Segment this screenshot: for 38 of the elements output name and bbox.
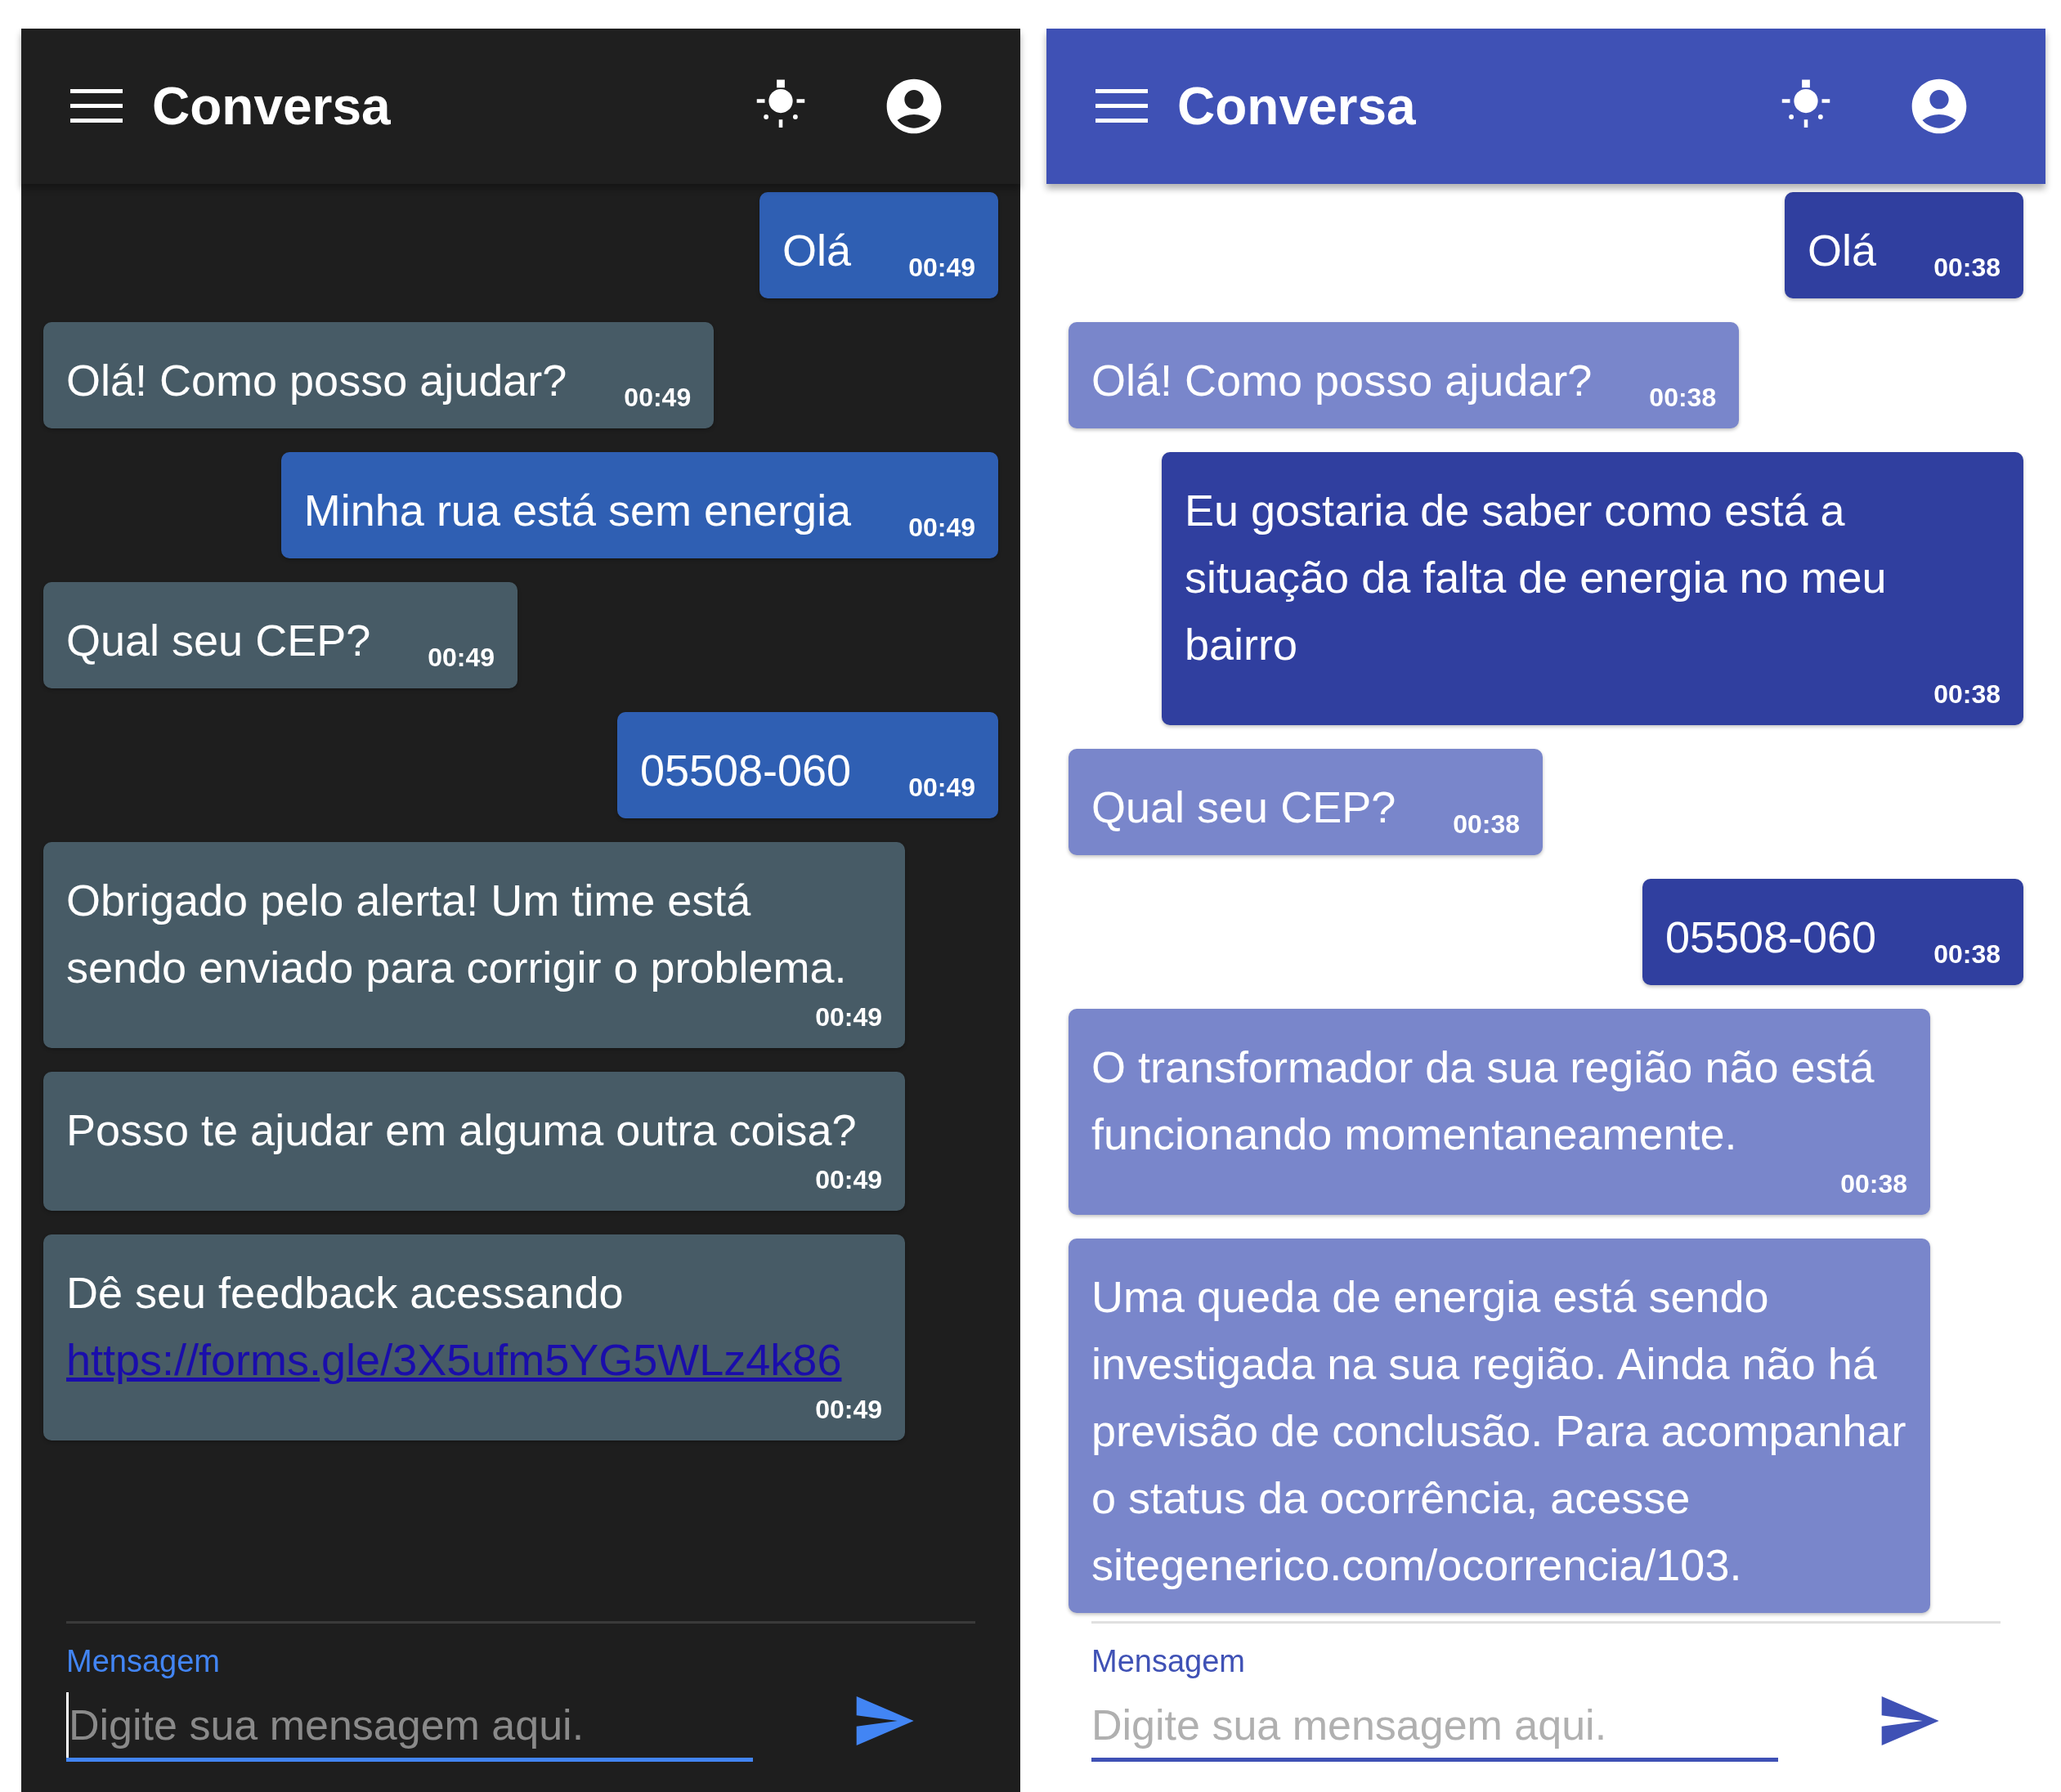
message-text: O transformador da sua região não está funcionando momentaneamente.: [1091, 1042, 1875, 1160]
message-text: Olá: [782, 225, 852, 276]
message-text: Olá! Como posso ajudar?: [1091, 355, 1593, 406]
app-title: Conversa: [152, 76, 391, 137]
message-text: 05508-060: [1664, 912, 1877, 963]
message-time: 00:49: [908, 512, 975, 544]
message-text: Eu gostaria de saber como está a situação da falta de energia no meu bairro: [1185, 485, 1888, 670]
menu-icon[interactable]: [1095, 87, 1148, 125]
message-time: 00:49: [908, 252, 975, 284]
message-time: 00:38: [1933, 939, 2001, 970]
message-time: 00:49: [908, 772, 975, 804]
message-time: 00:38: [1933, 679, 2001, 710]
message-text: Uma queda de energia está sendo investigada na sua região. Ainda não há previsão de conclusão. Para acompanhar o status da ocorrência, acesse sitegenerico.com/ocorrencia/103.: [1091, 1271, 1907, 1591]
message-text: 05508-060: [639, 745, 852, 796]
message-text: Qual seu CEP?: [66, 615, 371, 666]
message-time: 00:49: [815, 1164, 882, 1196]
feedback-link[interactable]: https://forms.gle/3X5ufm5YG5WLz4k86: [66, 1335, 842, 1384]
message-time: 00:49: [815, 1394, 882, 1426]
menu-icon[interactable]: [70, 87, 123, 125]
message-input[interactable]: Digite sua mensagem aqui.: [1091, 1692, 1778, 1758]
message-time: 00:38: [1933, 252, 2001, 284]
message-time: 00:38: [1840, 1168, 1907, 1200]
field-label: Mensagem: [66, 1643, 221, 1680]
message-time: 00:38: [1649, 382, 1717, 414]
field-label: Mensagem: [1091, 1643, 1246, 1680]
message-text: Posso te ajudar em alguma outra coisa?: [66, 1104, 857, 1156]
message-text: Olá: [1808, 225, 1877, 276]
message-time: 00:38: [1453, 809, 1521, 840]
message-time: 00:49: [815, 1001, 882, 1033]
message-time: 00:49: [624, 382, 692, 414]
message-text: Qual seu CEP?: [1091, 782, 1396, 833]
message-time: 00:49: [428, 642, 495, 674]
message-input[interactable]: Digite sua mensagem aqui.: [66, 1692, 753, 1758]
message-text: Dê seu feedback acessando https://forms.gle/3X5ufm5YG5WLz4k86: [66, 1267, 842, 1386]
app-title: Conversa: [1177, 76, 1416, 137]
message-text: Olá! Como posso ajudar?: [66, 355, 567, 406]
message-text: Obrigado pelo alerta! Um time está sendo enviado para corrigir o problema.: [66, 875, 848, 993]
message-text: Minha rua está sem energia: [303, 485, 852, 536]
